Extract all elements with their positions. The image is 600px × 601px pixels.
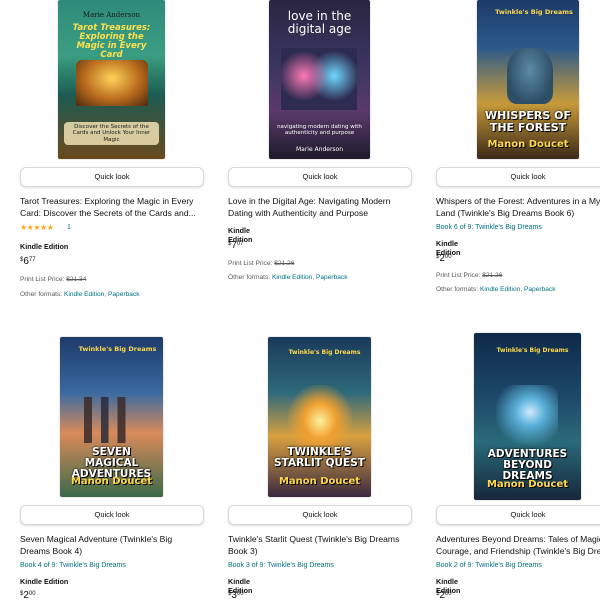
cover-brand: Twinkle's Big Dreams <box>495 8 573 16</box>
price: $707 <box>228 240 244 251</box>
book-cover[interactable]: Twinkle's Big Dreams TWINKLE'S STARLIT Q… <box>268 337 371 497</box>
cover-brand: Twinkle's Big Dreams <box>496 347 569 354</box>
series-link[interactable]: Book 6 of 9: Twinkle's Big Dreams <box>436 224 542 231</box>
sparkle-trail-image <box>496 385 558 445</box>
product-title[interactable]: Adventures Beyond Dreams: Tales of Magi c… <box>436 533 600 557</box>
series-link[interactable]: Book 3 of 9: Twinkle's Big Dreams <box>228 562 334 569</box>
quick-look-button[interactable]: Quick look <box>436 505 600 525</box>
glowing-path-image <box>288 385 352 445</box>
dragon-image <box>507 48 553 104</box>
quick-look-button[interactable]: Quick look <box>228 167 412 187</box>
product-title[interactable]: Twinkle's Starlit Quest (Twinkle's Big D… <box>228 533 412 557</box>
cover-title: ADVENTURES BEYOND DREAMS <box>487 448 568 483</box>
cover-brand: Twinkle's Big Dreams <box>288 349 361 356</box>
other-formats: Other formats: Kindle Edition, Paperback <box>436 286 556 293</box>
price: $300 <box>228 590 244 601</box>
quick-look-button[interactable]: Quick look <box>436 167 600 187</box>
other-formats: Other formats: Kindle Edition, Paperback <box>228 274 348 281</box>
cover-title: TWINKLE'S STARLIT QUEST <box>274 446 365 470</box>
product-title[interactable]: Love in the Digital Age: Navigating Mode… <box>228 195 414 219</box>
cover-title: love in the digital age <box>287 9 352 36</box>
book-cover[interactable]: Twinkle's Big Dreams ADVENTURES BEYOND D… <box>474 333 581 500</box>
couple-image <box>281 48 357 110</box>
format-link-paperback[interactable]: Paperback <box>316 274 348 281</box>
price: $200 <box>436 253 452 264</box>
cover-subtitle: navigating modern dating with authentici… <box>277 124 362 137</box>
cover-author: Manon Doucet <box>487 139 569 150</box>
product-card[interactable]: Twinkle's Big Dreams ADVENTURES BEYOND D… <box>0 0 600 601</box>
series-link[interactable]: Book 2 of 9: Twinkle's Big Dreams <box>436 562 542 569</box>
quick-look-button[interactable]: Quick look <box>228 505 412 525</box>
format-link-kindle[interactable]: Kindle Edition <box>480 286 520 293</box>
print-list-price: Print List Price: $21.26 <box>228 260 295 267</box>
book-cover[interactable]: Twinkle's Big Dreams WHISPERS OF THE FOR… <box>477 0 579 159</box>
cover-author: Manon Doucet <box>486 479 569 490</box>
book-cover[interactable]: love in the digital age navigating moder… <box>269 0 370 159</box>
price: $200 <box>436 590 452 601</box>
cover-author: Manon Doucet <box>278 476 361 487</box>
product-title[interactable]: Whispers of the Forest: Adventures in a … <box>436 195 600 219</box>
format-link-kindle[interactable]: Kindle Edition <box>272 274 312 281</box>
cover-author: Marie Anderson <box>295 146 344 153</box>
print-list-price: Print List Price: $21.26 <box>436 272 503 279</box>
format-link-paperback[interactable]: Paperback <box>524 286 556 293</box>
cover-title: WHISPERS OF THE FOREST <box>484 109 572 134</box>
